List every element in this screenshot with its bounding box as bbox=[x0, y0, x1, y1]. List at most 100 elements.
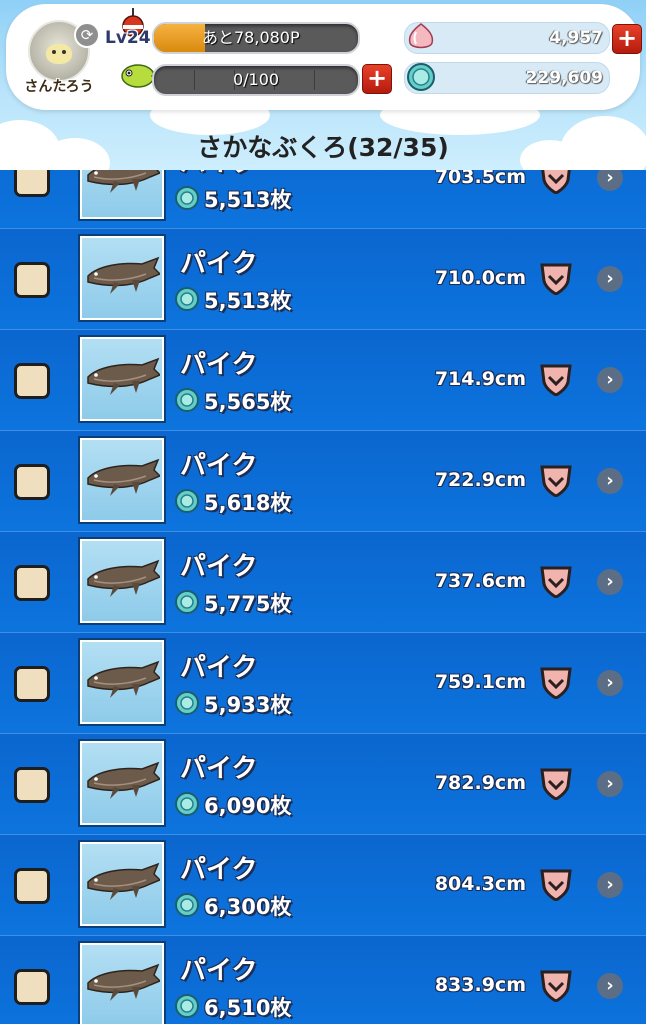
page-title: さかなぶくろ(32/35) bbox=[197, 133, 449, 162]
select-checkbox[interactable] bbox=[14, 868, 50, 904]
fish-size: 833.9cm bbox=[434, 974, 526, 996]
fish-capacity-label: 0/100 bbox=[232, 70, 280, 89]
shield-icon[interactable] bbox=[540, 564, 572, 598]
fish-row[interactable]: パイク 5,933枚 759.1cm › bbox=[0, 633, 646, 735]
pike-fish-icon bbox=[87, 170, 160, 193]
exp-label: あと78,080P bbox=[202, 28, 300, 47]
avatar-eye bbox=[62, 50, 66, 54]
fish-row[interactable]: パイク 5,565枚 714.9cm › bbox=[0, 330, 646, 432]
fish-size: 722.9cm bbox=[434, 469, 526, 491]
fish-row[interactable]: パイク 6,300枚 804.3cm › bbox=[0, 835, 646, 937]
fish-price: 5,513枚 bbox=[204, 289, 292, 313]
fish-size: 782.9cm bbox=[434, 772, 526, 794]
chevron-right-icon[interactable]: › bbox=[597, 569, 623, 595]
pike-fish-icon bbox=[87, 862, 160, 900]
select-checkbox[interactable] bbox=[14, 565, 50, 601]
fish-thumbnail bbox=[78, 638, 166, 726]
refresh-icon[interactable]: ⟳ bbox=[74, 22, 100, 48]
fish-name: パイク bbox=[180, 956, 258, 986]
buy-gems-button[interactable]: + bbox=[612, 24, 642, 54]
chevron-right-icon[interactable]: › bbox=[597, 468, 623, 494]
shield-icon[interactable] bbox=[540, 665, 572, 699]
coin-icon bbox=[175, 489, 199, 513]
fish-row[interactable]: パイク 5,775枚 737.6cm › bbox=[0, 532, 646, 634]
fish-size: 703.5cm bbox=[434, 170, 526, 188]
fish-thumbnail bbox=[78, 234, 166, 322]
select-checkbox[interactable] bbox=[14, 767, 50, 803]
fish-price: 5,565枚 bbox=[204, 390, 292, 414]
fish-name: パイク bbox=[180, 451, 258, 481]
pike-fish-icon bbox=[87, 660, 160, 698]
shield-icon[interactable] bbox=[540, 362, 572, 396]
chevron-right-icon[interactable]: › bbox=[597, 771, 623, 797]
fish-thumbnail bbox=[78, 840, 166, 928]
coin-icon bbox=[175, 590, 199, 614]
shield-icon[interactable] bbox=[540, 766, 572, 800]
chevron-right-icon[interactable]: › bbox=[597, 670, 623, 696]
coin-icon bbox=[175, 691, 199, 715]
fish-price: 5,775枚 bbox=[204, 592, 292, 616]
select-checkbox[interactable] bbox=[14, 170, 50, 197]
chevron-right-icon[interactable]: › bbox=[597, 973, 623, 999]
coin-value: 229,609 bbox=[525, 68, 603, 88]
pike-fish-icon bbox=[87, 559, 160, 597]
coin-icon bbox=[175, 287, 199, 311]
fish-price: 6,090枚 bbox=[204, 794, 292, 818]
fish-size: 737.6cm bbox=[434, 570, 526, 592]
fish-list[interactable]: パイク 5,513枚 703.5cm › パイク 5,513枚 bbox=[0, 170, 646, 1024]
fish-price: 5,933枚 bbox=[204, 693, 292, 717]
coin-icon bbox=[175, 186, 199, 210]
shield-icon[interactable] bbox=[540, 968, 572, 1002]
select-checkbox[interactable] bbox=[14, 464, 50, 500]
gem-value: 4,957 bbox=[549, 28, 603, 48]
fish-row[interactable]: パイク 6,510枚 833.9cm › bbox=[0, 936, 646, 1024]
fish-name: パイク bbox=[180, 855, 258, 885]
fish-name: パイク bbox=[180, 350, 258, 380]
pike-fish-icon bbox=[87, 357, 160, 395]
fish-thumbnail bbox=[78, 739, 166, 827]
fish-price: 6,510枚 bbox=[204, 996, 292, 1020]
fish-row[interactable]: パイク 6,090枚 782.9cm › bbox=[0, 734, 646, 836]
pike-fish-icon bbox=[87, 256, 160, 294]
shield-icon[interactable] bbox=[540, 261, 572, 295]
shield-icon[interactable] bbox=[540, 867, 572, 901]
exp-gauge: あと78,080P bbox=[152, 22, 360, 54]
add-capacity-button[interactable]: + bbox=[362, 64, 392, 94]
coin-icon bbox=[407, 63, 435, 91]
chevron-right-icon[interactable]: › bbox=[597, 266, 623, 292]
select-checkbox[interactable] bbox=[14, 262, 50, 298]
fish-row[interactable]: パイク 5,513枚 710.0cm › bbox=[0, 229, 646, 331]
fish-thumbnail bbox=[78, 941, 166, 1024]
chevron-right-icon[interactable]: › bbox=[597, 170, 623, 191]
top-hud: ⟳ さんたろう Lv24 あと78,080P 0/100 + 4,957 + 2… bbox=[0, 0, 646, 170]
fish-thumbnail bbox=[78, 436, 166, 524]
shield-icon[interactable] bbox=[540, 170, 572, 194]
select-checkbox[interactable] bbox=[14, 666, 50, 702]
coin-icon bbox=[175, 893, 199, 917]
select-checkbox[interactable] bbox=[14, 969, 50, 1005]
fish-thumbnail bbox=[78, 170, 166, 221]
coin-icon bbox=[175, 994, 199, 1018]
fish-name: パイク bbox=[180, 653, 258, 683]
chevron-right-icon[interactable]: › bbox=[597, 367, 623, 393]
coin-icon bbox=[175, 792, 199, 816]
fish-row[interactable]: パイク 5,513枚 703.5cm › bbox=[0, 170, 646, 230]
pike-fish-icon bbox=[87, 963, 160, 1001]
gem-icon bbox=[408, 23, 434, 49]
select-checkbox[interactable] bbox=[14, 363, 50, 399]
fish-name: パイク bbox=[180, 170, 257, 179]
fish-thumbnail bbox=[78, 335, 166, 423]
avatar-face bbox=[46, 44, 72, 64]
chevron-right-icon[interactable]: › bbox=[597, 872, 623, 898]
fish-size: 759.1cm bbox=[434, 671, 526, 693]
shield-icon[interactable] bbox=[540, 463, 572, 497]
fish-name: パイク bbox=[180, 552, 258, 582]
coin-icon bbox=[175, 388, 199, 412]
fish-name: パイク bbox=[180, 754, 258, 784]
fish-size: 804.3cm bbox=[434, 873, 526, 895]
fish-price: 6,300枚 bbox=[204, 895, 292, 919]
avatar-eye bbox=[52, 50, 56, 54]
fish-row[interactable]: パイク 5,618枚 722.9cm › bbox=[0, 431, 646, 533]
fish-price: 5,513枚 bbox=[204, 188, 292, 212]
player-name: さんたろう bbox=[24, 79, 94, 95]
